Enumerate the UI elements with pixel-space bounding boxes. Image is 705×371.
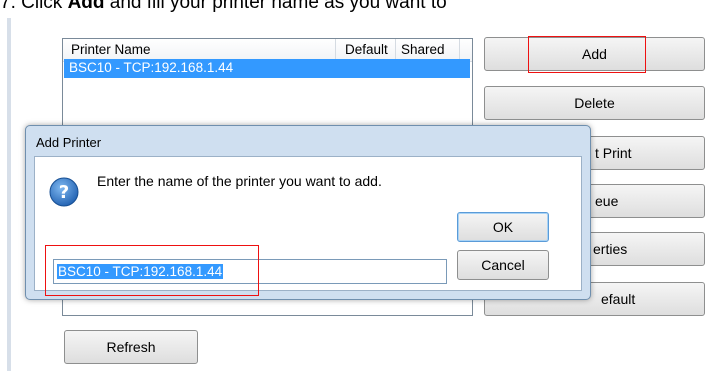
dialog-title: Add Printer [36, 135, 102, 150]
question-icon: ? [49, 177, 79, 207]
properties-button-label: erties [593, 241, 628, 257]
instruction-action: Add [67, 0, 105, 13]
test-print-button-label: t Print [595, 145, 632, 161]
instruction-text: 7. Click Add and fill your printer name … [0, 0, 705, 18]
delete-button-label: Delete [574, 95, 615, 111]
column-divider [459, 39, 460, 61]
add-button-highlight [528, 36, 646, 73]
printer-row-selected[interactable]: BSC10 - TCP:192.168.1.44 [64, 59, 470, 78]
cancel-button-label: Cancel [481, 257, 525, 273]
column-printer-name[interactable]: Printer Name [71, 42, 151, 57]
left-margin-bar [7, 18, 11, 371]
column-divider [395, 39, 396, 61]
printer-row-name: BSC10 - TCP:192.168.1.44 [69, 60, 234, 75]
dialog-message: Enter the name of the printer you want t… [97, 173, 382, 189]
cancel-button[interactable]: Cancel [457, 250, 549, 280]
queue-button-label: eue [595, 193, 619, 209]
column-divider [335, 39, 336, 61]
instruction-suffix: and fill your printer name as you want t… [104, 0, 447, 13]
input-highlight-box [45, 245, 259, 296]
ok-button-label: OK [492, 219, 514, 235]
column-shared[interactable]: Shared [401, 42, 445, 57]
refresh-button[interactable]: Refresh [64, 330, 198, 364]
delete-button[interactable]: Delete [484, 86, 705, 120]
instruction-prefix: 7. Click [0, 0, 68, 13]
svg-text:?: ? [59, 182, 69, 203]
set-default-button-label: efault [601, 291, 636, 307]
ok-button[interactable]: OK [457, 212, 549, 242]
column-default[interactable]: Default [345, 42, 388, 57]
refresh-button-label: Refresh [106, 339, 156, 355]
